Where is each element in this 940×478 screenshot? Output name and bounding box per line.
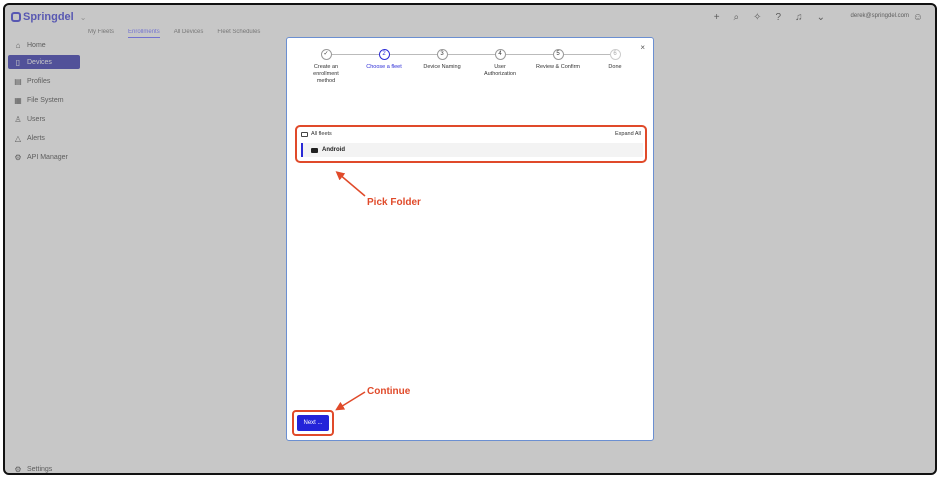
- sidebar-item-settings[interactable]: ⚙ Settings: [8, 462, 80, 474]
- tab-all-devices[interactable]: All Devices: [174, 29, 204, 38]
- file-system-icon: ▦: [14, 95, 22, 105]
- fleet-tree: All fleets Expand All Android: [295, 125, 647, 163]
- profile-icon: ▤: [14, 76, 22, 86]
- chevron-down-icon[interactable]: ⌄: [817, 12, 825, 23]
- tree-root-label: All fleets: [311, 131, 332, 137]
- sidebar-item-profiles[interactable]: ▤ Profiles: [8, 74, 80, 88]
- folder-icon: [311, 147, 318, 153]
- search-icon[interactable]: ⌕: [734, 12, 740, 23]
- step-6: 6 Done: [585, 49, 645, 71]
- step-label: Done: [608, 64, 622, 70]
- step-label: Choose a fleet: [366, 64, 402, 70]
- device-icon: ▯: [15, 57, 21, 67]
- sidebar-item-label: API Manager: [27, 153, 68, 161]
- tree-root[interactable]: All fleets: [301, 131, 332, 137]
- annotation-continue: Continue: [367, 386, 411, 397]
- plus-icon[interactable]: +: [714, 12, 720, 23]
- step-number: 6: [609, 49, 621, 60]
- step-label: Review & Confirm: [535, 64, 580, 70]
- top-icons: + ⌕ ✧ ? ♫ ⌄: [714, 12, 825, 23]
- user-email[interactable]: derek@springdel.com: [851, 13, 909, 19]
- tab-enrollments[interactable]: Enrollments: [128, 29, 160, 38]
- chevron-down-icon: ⌄: [79, 12, 87, 22]
- help-icon[interactable]: ?: [776, 12, 782, 23]
- sidebar-item-users[interactable]: ♙ Users: [8, 112, 80, 126]
- users-icon: ♙: [14, 114, 22, 124]
- tree-item-android[interactable]: Android: [301, 143, 643, 157]
- step-number: 2: [378, 49, 390, 60]
- sidebar-item-alerts[interactable]: △ Alerts: [8, 131, 80, 145]
- sidebar: ⌂ Home ▯ Devices ▤ Profiles ▦ File Syste…: [5, 31, 83, 474]
- step-number: 3: [436, 49, 448, 60]
- step-number: 4: [494, 49, 506, 60]
- logo-icon: [11, 12, 21, 22]
- sidebar-item-label: Home: [27, 41, 46, 49]
- gear-icon: ⚙: [14, 152, 22, 162]
- sidebar-item-label: Alerts: [27, 134, 45, 142]
- home-icon: ⌂: [15, 40, 21, 50]
- step-4: 4 User Authorization: [470, 49, 530, 78]
- step-3: 3 Device Naming: [412, 49, 472, 71]
- tools-icon[interactable]: ✧: [753, 12, 761, 23]
- expand-all-link[interactable]: Expand All: [615, 131, 641, 137]
- sidebar-item-api-manager[interactable]: ⚙ API Manager: [8, 150, 80, 164]
- bell-icon[interactable]: ♫: [795, 12, 803, 23]
- annotation-pick-folder: Pick Folder: [367, 197, 421, 208]
- gear-icon: ⚙: [14, 464, 22, 474]
- next-button[interactable]: Next ...: [297, 415, 329, 431]
- check-icon: ✓: [320, 49, 332, 60]
- step-1: ✓ Create an enrollment method: [296, 49, 356, 85]
- sidebar-item-label: File System: [27, 96, 64, 104]
- sidebar-item-label: Settings: [27, 465, 53, 473]
- brand-name: Springdel: [23, 11, 74, 23]
- bell-icon: △: [14, 133, 22, 143]
- tab-my-fleets[interactable]: My Fleets: [88, 29, 114, 38]
- step-label: User Authorization: [483, 64, 517, 77]
- tab-bar: My Fleets Enrollments All Devices Fleet …: [88, 29, 260, 38]
- folder-icon: [301, 131, 308, 137]
- brand-logo[interactable]: Springdel ⌄: [11, 11, 86, 23]
- enrollment-wizard-modal: × ✓ Create an enrollment method 2 Choose…: [286, 37, 654, 441]
- next-button-highlight: Next ...: [292, 410, 334, 436]
- tree-item-label: Android: [322, 147, 345, 153]
- step-label: Device Naming: [423, 64, 461, 70]
- tab-fleet-schedules[interactable]: Fleet Schedules: [217, 29, 260, 38]
- step-label: Create an enrollment method: [313, 64, 339, 84]
- sidebar-item-home[interactable]: ⌂ Home: [8, 38, 80, 52]
- top-bar: Springdel ⌄ + ⌕ ✧ ? ♫ ⌄ derek@springdel.…: [5, 5, 935, 31]
- step-2: 2 Choose a fleet: [354, 49, 414, 71]
- sidebar-item-label: Devices: [27, 58, 52, 66]
- user-icon[interactable]: ☺: [913, 12, 923, 23]
- sidebar-item-label: Users: [27, 115, 46, 123]
- step-5: 5 Review & Confirm: [528, 49, 588, 71]
- sidebar-item-label: Profiles: [27, 77, 51, 85]
- sidebar-item-devices[interactable]: ▯ Devices: [8, 55, 80, 69]
- step-number: 5: [552, 49, 564, 60]
- sidebar-item-file-system[interactable]: ▦ File System: [8, 93, 80, 107]
